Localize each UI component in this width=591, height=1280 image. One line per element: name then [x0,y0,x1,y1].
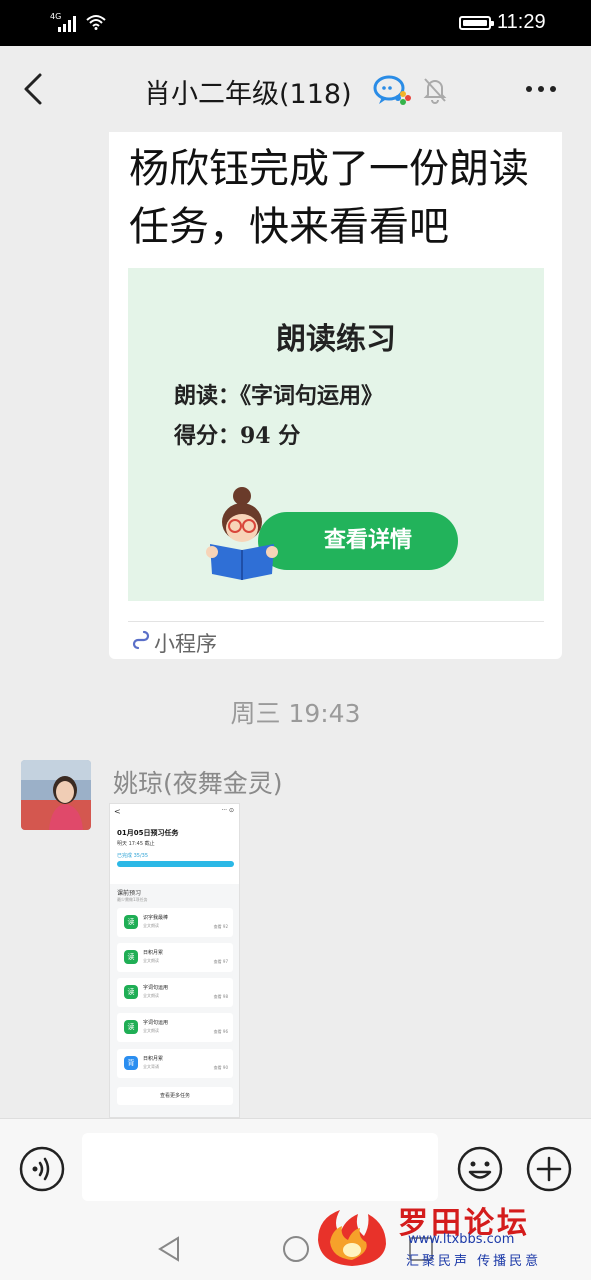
task-sub: 全文背诵 [143,1064,159,1069]
enterprise-chat-icon [373,75,411,105]
message-input[interactable] [82,1133,438,1201]
task-sub: 全文朗读 [143,958,159,963]
shot-section-sub: 最少需做1项任务 [117,897,148,902]
wifi-icon [86,15,106,30]
preview-score: 得分：94 分 [174,423,301,449]
forum-logo [318,1210,386,1266]
task-score: 查看 97 [213,959,228,964]
chat-title[interactable]: 肖小二年级(118) [144,72,352,111]
task-score: 查看 90 [213,1065,228,1070]
task-card: 背 日积月累 全文背诵 查看 90 [117,1049,233,1078]
task-name: 字词句运用 [143,1020,169,1026]
more-options-icon[interactable] [524,84,558,94]
task-name: 字词句运用 [143,985,169,991]
mute-bell-icon [423,78,447,104]
shot-completed: 已完成 35/35 [117,853,148,859]
plus-icon[interactable] [525,1145,573,1193]
task-card: 读 识字我最棒 全文朗读 查看 92 [117,908,233,937]
signal-icon [58,16,76,32]
card-title: 杨欣钰完成了一份朗读任务，快来看看吧 [129,146,529,250]
message-timestamp: 周三 19:43 [230,699,361,728]
view-details-button[interactable]: 查看详情 [258,512,458,570]
task-sub: 全文朗读 [143,993,159,998]
image-message[interactable]: < ··· ⊙ 01月05日预习任务 明天 17:45 截止 已完成 35/35… [109,803,240,1118]
task-name: 识字我最棒 [143,915,169,921]
preview-reading: 朗读：《字词句运用》 [174,383,384,409]
task-sub: 全文朗读 [143,1028,159,1033]
clock: 11:29 [497,11,546,33]
task-sub: 全文朗读 [143,923,159,928]
back-arrow-icon[interactable] [20,72,46,106]
task-icon: 读 [124,985,138,999]
task-icon: 读 [124,1020,138,1034]
battery-icon [459,16,494,30]
nav-home-icon[interactable] [282,1235,310,1263]
emoji-icon[interactable] [456,1145,504,1193]
watermark-site: www.ltxbbs.com [408,1232,515,1247]
shot-title: 01月05日预习任务 [117,829,179,837]
mini-program-label: 小程序 [154,632,217,656]
shot-progress-bar [117,861,234,867]
mini-program-icon [132,630,150,650]
preview-heading: 朗读练习 [276,322,396,357]
task-score: 查看 92 [213,924,228,929]
task-icon: 读 [124,950,138,964]
voice-input-icon[interactable] [18,1145,66,1193]
task-card: 读 日积月累 全文朗读 查看 97 [117,943,233,972]
reading-girl-illustration [206,487,278,580]
watermark-slogan: 汇聚民声 传播民意 [406,1254,542,1269]
shot-capsule-icon: ··· ⊙ [221,807,234,814]
shot-deadline: 明天 17:45 截止 [117,841,155,847]
status-bar: 4G 11:29 [0,0,591,46]
shot-section-title: 课前预习 [117,890,142,897]
shot-header: < ··· ⊙ 01月05日预习任务 明天 17:45 截止 已完成 35/35 [110,804,239,884]
sender-avatar[interactable] [21,760,91,830]
shot-more-tasks: 查看更多任务 [117,1087,233,1105]
shot-back-icon: < [114,807,121,816]
watermark: 罗田论坛 www.ltxbbs.com 汇聚民声 传播民意 [310,1196,582,1276]
task-score: 查看 98 [213,994,228,999]
task-name: 日积月累 [143,950,164,956]
task-icon: 读 [124,915,138,929]
card-divider [128,621,544,622]
task-card: 读 字词句运用 全文朗读 查看 98 [117,978,233,1007]
mini-program-card[interactable]: 杨欣钰完成了一份朗读任务，快来看看吧 朗读练习 朗读：《字词句运用》 得分：94… [109,132,562,659]
task-name: 日积月累 [143,1056,164,1062]
nav-back-icon[interactable] [156,1235,182,1263]
card-preview-image[interactable]: 朗读练习 朗读：《字词句运用》 得分：94 分 查看详情 [128,268,544,601]
task-card: 读 字词句运用 全文朗读 查看 96 [117,1013,233,1042]
shot-progress-fill [117,861,234,867]
task-icon: 背 [124,1056,138,1070]
sender-name: 姚琼(夜舞金灵) [113,769,283,798]
chat-header: 肖小二年级(118) [0,46,591,132]
task-score: 查看 96 [213,1029,228,1034]
